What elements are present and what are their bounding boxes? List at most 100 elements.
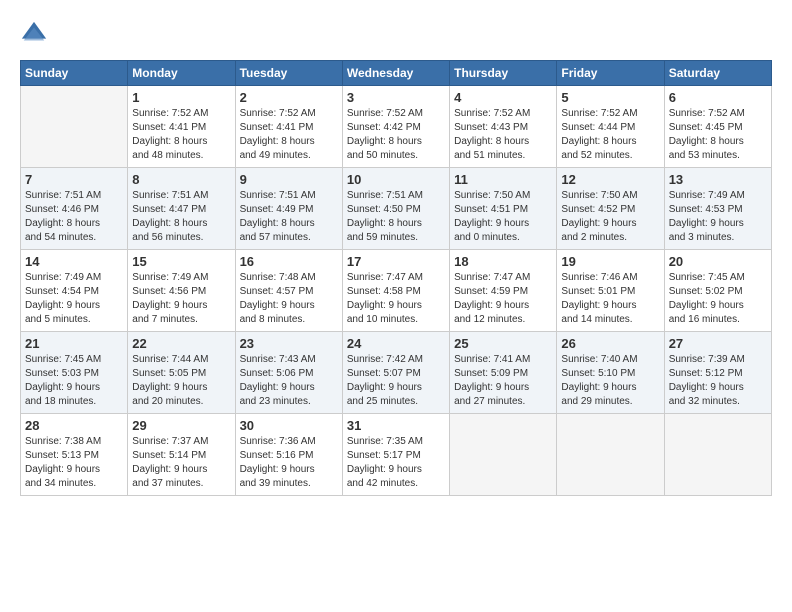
header-row: SundayMondayTuesdayWednesdayThursdayFrid… [21,61,772,86]
day-info: Sunrise: 7:44 AM Sunset: 5:05 PM Dayligh… [132,353,230,409]
day-cell: 11 Sunrise: 7:50 AM Sunset: 4:51 PM Dayli… [450,168,557,250]
week-row-5: 28 Sunrise: 7:38 AM Sunset: 5:13 PM Dayli… [21,414,772,496]
col-header-wednesday: Wednesday [342,61,449,86]
day-cell: 8 Sunrise: 7:51 AM Sunset: 4:47 PM Daylig… [128,168,235,250]
day-cell: 28 Sunrise: 7:38 AM Sunset: 5:13 PM Dayli… [21,414,128,496]
day-info: Sunrise: 7:36 AM Sunset: 5:16 PM Dayligh… [240,435,338,491]
day-info: Sunrise: 7:49 AM Sunset: 4:54 PM Dayligh… [25,271,123,327]
col-header-monday: Monday [128,61,235,86]
day-number: 28 [25,418,123,433]
day-number: 1 [132,90,230,105]
day-info: Sunrise: 7:38 AM Sunset: 5:13 PM Dayligh… [25,435,123,491]
day-number: 19 [561,254,659,269]
day-info: Sunrise: 7:52 AM Sunset: 4:43 PM Dayligh… [454,107,552,163]
day-info: Sunrise: 7:49 AM Sunset: 4:53 PM Dayligh… [669,189,767,245]
week-row-2: 7 Sunrise: 7:51 AM Sunset: 4:46 PM Daylig… [21,168,772,250]
day-number: 24 [347,336,445,351]
day-cell: 15 Sunrise: 7:49 AM Sunset: 4:56 PM Dayli… [128,250,235,332]
week-row-1: 1 Sunrise: 7:52 AM Sunset: 4:41 PM Daylig… [21,86,772,168]
day-info: Sunrise: 7:52 AM Sunset: 4:41 PM Dayligh… [132,107,230,163]
day-number: 27 [669,336,767,351]
day-info: Sunrise: 7:47 AM Sunset: 4:59 PM Dayligh… [454,271,552,327]
day-cell [664,414,771,496]
day-info: Sunrise: 7:52 AM Sunset: 4:41 PM Dayligh… [240,107,338,163]
day-number: 7 [25,172,123,187]
day-cell: 31Sunrise: 7:35 AM Sunset: 5:17 PM Dayli… [342,414,449,496]
day-number: 16 [240,254,338,269]
day-cell: 10 Sunrise: 7:51 AM Sunset: 4:50 PM Dayli… [342,168,449,250]
day-number: 26 [561,336,659,351]
day-cell: 30 Sunrise: 7:36 AM Sunset: 5:16 PM Dayli… [235,414,342,496]
day-info: Sunrise: 7:51 AM Sunset: 4:50 PM Dayligh… [347,189,445,245]
week-row-4: 21Sunrise: 7:45 AM Sunset: 5:03 PM Dayli… [21,332,772,414]
day-info: Sunrise: 7:52 AM Sunset: 4:45 PM Dayligh… [669,107,767,163]
col-header-tuesday: Tuesday [235,61,342,86]
day-cell: 20 Sunrise: 7:45 AM Sunset: 5:02 PM Dayli… [664,250,771,332]
day-number: 10 [347,172,445,187]
day-cell: 1 Sunrise: 7:52 AM Sunset: 4:41 PM Daylig… [128,86,235,168]
day-number: 11 [454,172,552,187]
day-number: 2 [240,90,338,105]
day-number: 15 [132,254,230,269]
day-cell: 2 Sunrise: 7:52 AM Sunset: 4:41 PM Daylig… [235,86,342,168]
day-cell: 27Sunrise: 7:39 AM Sunset: 5:12 PM Dayli… [664,332,771,414]
day-number: 20 [669,254,767,269]
day-cell [450,414,557,496]
col-header-sunday: Sunday [21,61,128,86]
day-info: Sunrise: 7:40 AM Sunset: 5:10 PM Dayligh… [561,353,659,409]
day-cell: 7 Sunrise: 7:51 AM Sunset: 4:46 PM Daylig… [21,168,128,250]
col-header-friday: Friday [557,61,664,86]
day-info: Sunrise: 7:47 AM Sunset: 4:58 PM Dayligh… [347,271,445,327]
week-row-3: 14 Sunrise: 7:49 AM Sunset: 4:54 PM Dayli… [21,250,772,332]
day-cell: 5 Sunrise: 7:52 AM Sunset: 4:44 PM Daylig… [557,86,664,168]
day-cell: 18 Sunrise: 7:47 AM Sunset: 4:59 PM Dayli… [450,250,557,332]
day-info: Sunrise: 7:48 AM Sunset: 4:57 PM Dayligh… [240,271,338,327]
day-number: 5 [561,90,659,105]
day-cell: 21Sunrise: 7:45 AM Sunset: 5:03 PM Dayli… [21,332,128,414]
header [20,20,772,48]
day-number: 18 [454,254,552,269]
day-number: 8 [132,172,230,187]
day-number: 17 [347,254,445,269]
day-info: Sunrise: 7:37 AM Sunset: 5:14 PM Dayligh… [132,435,230,491]
day-number: 25 [454,336,552,351]
day-cell: 29 Sunrise: 7:37 AM Sunset: 5:14 PM Dayli… [128,414,235,496]
day-info: Sunrise: 7:45 AM Sunset: 5:02 PM Dayligh… [669,271,767,327]
day-cell: 16 Sunrise: 7:48 AM Sunset: 4:57 PM Dayli… [235,250,342,332]
day-info: Sunrise: 7:52 AM Sunset: 4:42 PM Dayligh… [347,107,445,163]
day-number: 22 [132,336,230,351]
day-number: 23 [240,336,338,351]
col-header-saturday: Saturday [664,61,771,86]
day-cell: 12 Sunrise: 7:50 AM Sunset: 4:52 PM Dayli… [557,168,664,250]
day-info: Sunrise: 7:51 AM Sunset: 4:46 PM Dayligh… [25,189,123,245]
day-number: 9 [240,172,338,187]
day-info: Sunrise: 7:49 AM Sunset: 4:56 PM Dayligh… [132,271,230,327]
day-number: 12 [561,172,659,187]
page: SundayMondayTuesdayWednesdayThursdayFrid… [0,0,792,612]
day-number: 3 [347,90,445,105]
day-cell: 17 Sunrise: 7:47 AM Sunset: 4:58 PM Dayli… [342,250,449,332]
day-cell: 25 Sunrise: 7:41 AM Sunset: 5:09 PM Dayli… [450,332,557,414]
day-cell: 14 Sunrise: 7:49 AM Sunset: 4:54 PM Dayli… [21,250,128,332]
logo-icon [20,20,48,48]
day-number: 29 [132,418,230,433]
col-header-thursday: Thursday [450,61,557,86]
day-info: Sunrise: 7:50 AM Sunset: 4:52 PM Dayligh… [561,189,659,245]
day-number: 30 [240,418,338,433]
day-info: Sunrise: 7:35 AM Sunset: 5:17 PM Dayligh… [347,435,445,491]
day-info: Sunrise: 7:50 AM Sunset: 4:51 PM Dayligh… [454,189,552,245]
day-info: Sunrise: 7:41 AM Sunset: 5:09 PM Dayligh… [454,353,552,409]
day-info: Sunrise: 7:51 AM Sunset: 4:49 PM Dayligh… [240,189,338,245]
day-info: Sunrise: 7:51 AM Sunset: 4:47 PM Dayligh… [132,189,230,245]
day-cell: 13Sunrise: 7:49 AM Sunset: 4:53 PM Dayli… [664,168,771,250]
calendar-table: SundayMondayTuesdayWednesdayThursdayFrid… [20,60,772,496]
day-cell: 19 Sunrise: 7:46 AM Sunset: 5:01 PM Dayli… [557,250,664,332]
day-cell: 9 Sunrise: 7:51 AM Sunset: 4:49 PM Daylig… [235,168,342,250]
day-info: Sunrise: 7:46 AM Sunset: 5:01 PM Dayligh… [561,271,659,327]
day-cell: 4Sunrise: 7:52 AM Sunset: 4:43 PM Daylig… [450,86,557,168]
day-cell: 3 Sunrise: 7:52 AM Sunset: 4:42 PM Daylig… [342,86,449,168]
day-cell: 26 Sunrise: 7:40 AM Sunset: 5:10 PM Dayli… [557,332,664,414]
day-number: 14 [25,254,123,269]
day-cell [21,86,128,168]
day-info: Sunrise: 7:52 AM Sunset: 4:44 PM Dayligh… [561,107,659,163]
